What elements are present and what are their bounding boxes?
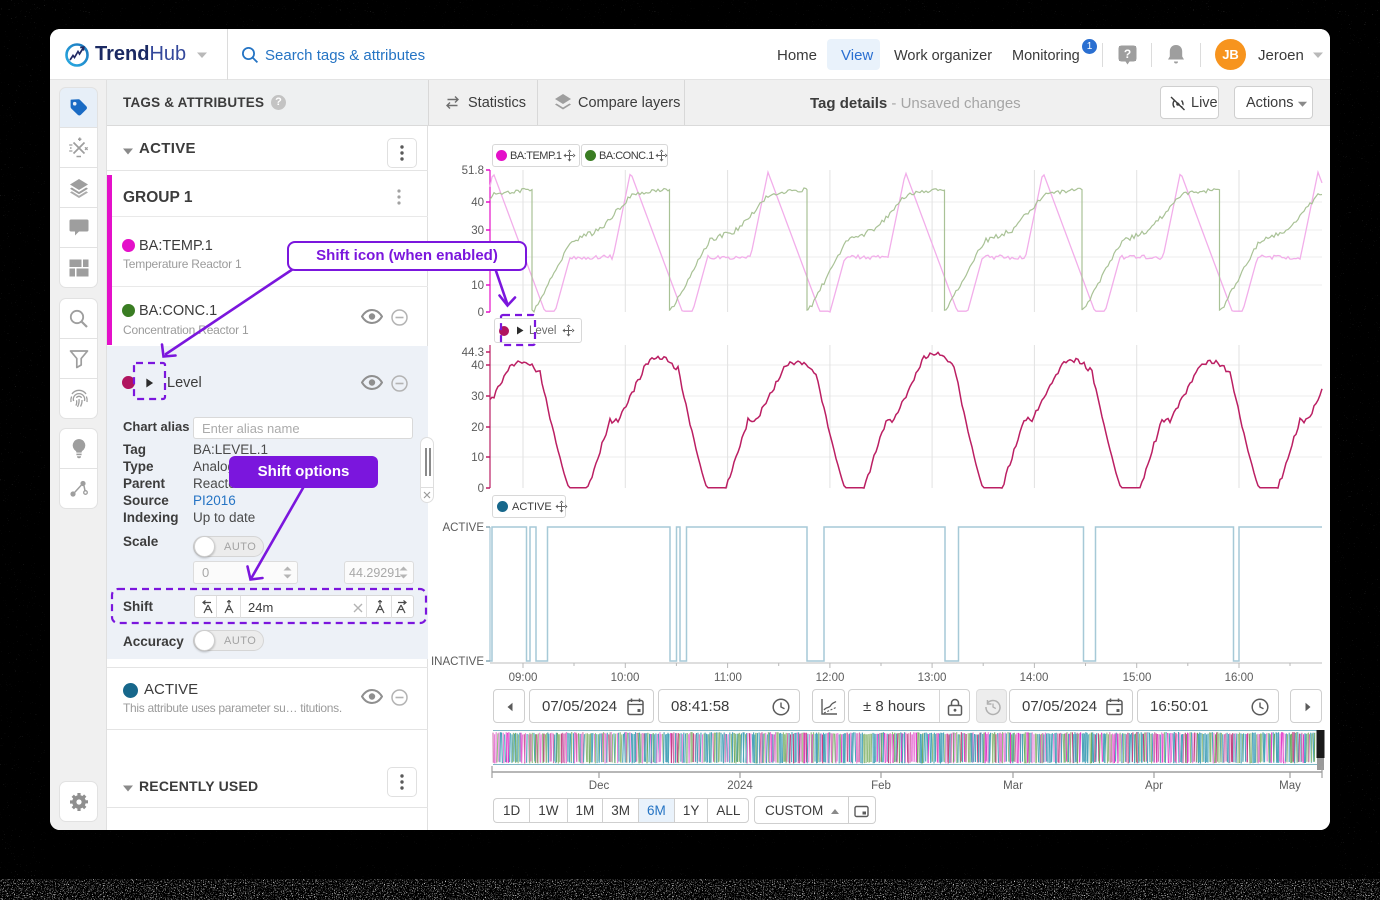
svg-text:0: 0 <box>478 483 484 495</box>
svg-text:Feb: Feb <box>871 780 891 792</box>
svg-text:10: 10 <box>471 280 484 292</box>
svg-text:51.8: 51.8 <box>462 165 484 177</box>
svg-text:10:00: 10:00 <box>611 672 640 684</box>
svg-text:May: May <box>1279 780 1301 792</box>
svg-text:40: 40 <box>471 197 484 209</box>
svg-text:15:00: 15:00 <box>1123 672 1152 684</box>
svg-text:14:00: 14:00 <box>1020 672 1049 684</box>
svg-text:ACTIVE: ACTIVE <box>442 522 484 534</box>
svg-text:2024: 2024 <box>727 780 753 792</box>
svg-text:10: 10 <box>471 452 484 464</box>
svg-text:INACTIVE: INACTIVE <box>431 656 484 668</box>
svg-text:Dec: Dec <box>589 780 610 792</box>
svg-text:44.3: 44.3 <box>462 347 484 359</box>
svg-text:0: 0 <box>478 307 484 319</box>
svg-text:Apr: Apr <box>1145 780 1163 792</box>
svg-text:30: 30 <box>471 225 484 237</box>
svg-text:?: ? <box>1124 47 1131 61</box>
svg-text:Mar: Mar <box>1003 780 1023 792</box>
svg-text:20: 20 <box>471 422 484 434</box>
svg-text:40: 40 <box>471 360 484 372</box>
svg-text:13:00: 13:00 <box>918 672 947 684</box>
svg-text:16:00: 16:00 <box>1225 672 1254 684</box>
svg-text:09:00: 09:00 <box>509 672 538 684</box>
svg-text:11:00: 11:00 <box>714 672 742 684</box>
svg-text:12:00: 12:00 <box>816 672 845 684</box>
svg-text:30: 30 <box>471 391 484 403</box>
